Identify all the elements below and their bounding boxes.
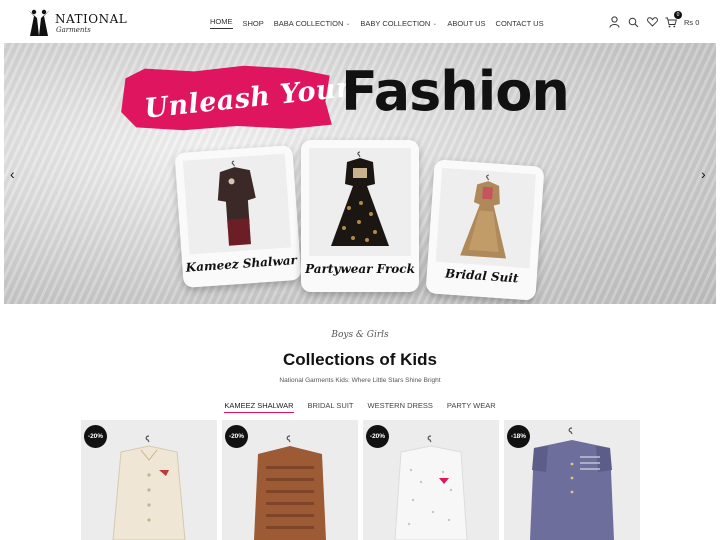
- heart-icon[interactable]: [644, 14, 660, 30]
- bridal-suit-image: [460, 174, 507, 259]
- logo-figures-icon: [28, 9, 50, 36]
- product-card[interactable]: -20%: [81, 420, 217, 540]
- cart-count-badge: 0: [674, 11, 682, 19]
- chevron-right-icon[interactable]: ›: [701, 166, 706, 182]
- hero-card-photo: [309, 148, 411, 256]
- hero-card-label: Bridal Suit: [444, 266, 519, 286]
- tab-party-wear[interactable]: PARTY WEAR: [447, 401, 496, 413]
- section-eyebrow: Boys & Girls: [331, 330, 389, 340]
- nav-contact-us-label: CONTACT US: [495, 18, 544, 28]
- discount-badge: -18%: [507, 425, 530, 448]
- tab-kameez-shalwar[interactable]: KAMEEZ SHALWAR: [224, 401, 294, 413]
- brand-name: NATIONAL: [55, 12, 128, 26]
- partywear-frock-image: [331, 151, 389, 246]
- hero-card-label: Partywear Frock: [305, 262, 415, 276]
- search-icon[interactable]: [625, 14, 641, 30]
- discount-badge: -20%: [225, 425, 248, 448]
- product-card[interactable]: -18%: [504, 420, 640, 540]
- site-header: NATIONAL Garments HOME SHOP BABA COLLECT…: [0, 0, 720, 43]
- hero-card-photo: [435, 167, 537, 269]
- section-title: Collections of Kids: [283, 350, 437, 369]
- cart-icon[interactable]: 0: [663, 11, 682, 30]
- hero-banner: Unleash Your Fashion Kameez Shalwar Part…: [4, 43, 716, 304]
- nav-home-label: HOME: [210, 17, 233, 26]
- nav-about-us-label: ABOUT US: [447, 18, 486, 28]
- chevron-left-icon[interactable]: ‹: [10, 166, 15, 182]
- chevron-down-icon: ⌄: [432, 20, 438, 27]
- nav-contact-us[interactable]: CONTACT US: [496, 17, 544, 29]
- nav-baby-collection-label: BABY COLLECTION: [360, 18, 431, 28]
- user-icon[interactable]: [606, 14, 622, 30]
- nav-home[interactable]: HOME: [210, 17, 233, 29]
- product-card[interactable]: -20%: [222, 420, 358, 540]
- product-grid: -20% -20% -20% -18%: [81, 420, 641, 540]
- chevron-down-icon: ⌄: [345, 20, 351, 27]
- hero-card-photo: [182, 153, 292, 255]
- discount-badge: -20%: [84, 425, 107, 448]
- hero-card-label: Kameez Shalwar: [185, 253, 298, 275]
- tab-bridal-suit[interactable]: BRIDAL SUIT: [308, 401, 354, 413]
- header-actions: 0 Rs 0: [606, 11, 699, 30]
- nav-baba-collection[interactable]: BABA COLLECTION ⌄: [274, 17, 351, 29]
- kameez-shalwar-image: [217, 160, 256, 246]
- nav-baby-collection[interactable]: BABY COLLECTION ⌄: [360, 17, 437, 29]
- brand-logo[interactable]: NATIONAL Garments: [24, 6, 128, 38]
- hero-card-partywear-frock: Partywear Frock: [301, 140, 419, 292]
- brand-tagline: Garments: [56, 26, 91, 34]
- tab-western-dress[interactable]: WESTERN DRESS: [367, 401, 432, 413]
- nav-about-us[interactable]: ABOUT US: [447, 17, 485, 29]
- cart-total[interactable]: Rs 0: [684, 18, 699, 27]
- main-nav: HOME SHOP BABA COLLECTION ⌄ BABY COLLECTI…: [210, 17, 554, 29]
- collection-tabs: KAMEEZ SHALWAR BRIDAL SUIT WESTERN DRESS…: [0, 401, 720, 413]
- hero-headline-bold: Fashion: [341, 60, 570, 123]
- hero-card-bridal-suit: Bridal Suit: [425, 159, 545, 301]
- hero-card-kameez-shalwar: Kameez Shalwar: [174, 145, 302, 288]
- nav-shop-label: SHOP: [242, 18, 264, 28]
- product-card[interactable]: -20%: [363, 420, 499, 540]
- nav-baba-collection-label: BABA COLLECTION: [273, 18, 344, 28]
- discount-badge: -20%: [366, 425, 389, 448]
- nav-shop[interactable]: SHOP: [243, 17, 264, 29]
- section-subtitle: National Garments Kids: Where Little Sta…: [279, 377, 441, 384]
